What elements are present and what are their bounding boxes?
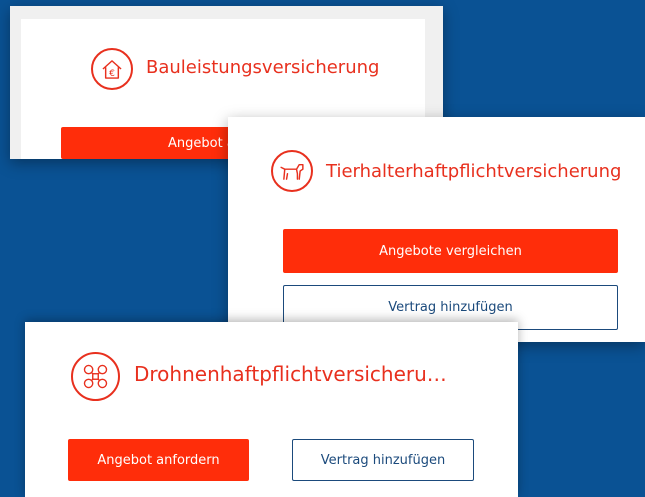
add-contract-button[interactable]: Vertrag hinzufügen [292,439,474,481]
svg-text:€: € [109,69,115,79]
button-label: Vertrag hinzufügen [320,452,446,468]
button-label: Vertrag hinzufügen [388,300,513,315]
card-title: Drohnenhaftpflichtversicheru… [134,362,447,386]
house-euro-icon: € [91,48,133,90]
button-label: Angebot anfordern [97,452,220,468]
insurance-card-drohnen: Drohnenhaftpflichtversicheru… Angebot an… [25,322,518,497]
button-label: Angebote vergleichen [379,243,522,259]
card-title: Bauleistungsversicherung [146,57,380,78]
card-title: Tierhalterhaftpflichtversicherung [326,161,622,182]
drone-icon [71,352,120,401]
insurance-card-tierhalter: Tierhalterhaftpflichtversicherung Angebo… [228,117,645,342]
compare-offers-button[interactable]: Angebote vergleichen [283,229,618,273]
request-offer-button[interactable]: Angebot anfordern [68,439,249,481]
dog-icon [271,150,313,192]
